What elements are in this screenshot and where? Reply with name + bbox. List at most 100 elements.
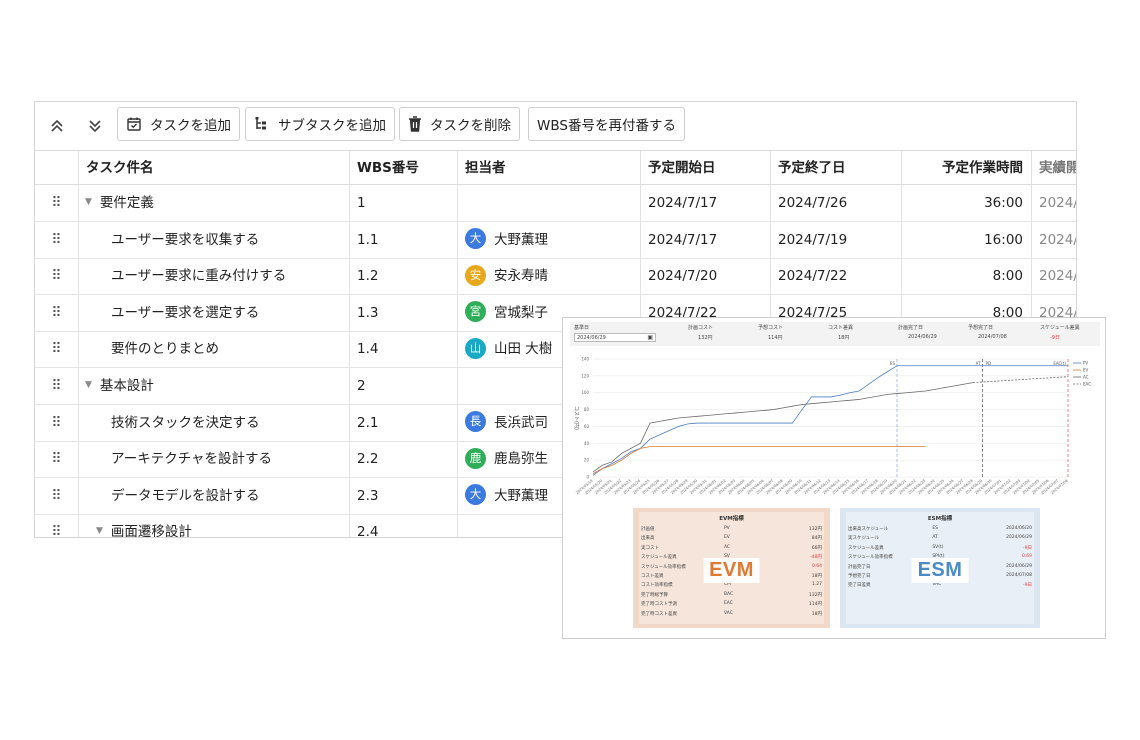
header-plan-end[interactable]: 予定終了日: [770, 151, 901, 185]
plan-end-cell[interactable]: 2024/7/22: [770, 258, 901, 294]
assignee-cell[interactable]: 大大野薫理: [457, 222, 640, 258]
plan-hours-cell[interactable]: 36:00: [901, 185, 1031, 221]
metric-row: 実スケジュール AT 2024/06/29: [844, 535, 1036, 544]
assignee-cell[interactable]: 安安永寿晴: [457, 258, 640, 294]
plan-hours-cell[interactable]: 16:00: [901, 222, 1031, 258]
metric-label: 計画完了日: [848, 564, 871, 570]
expand-all-button[interactable]: [79, 111, 111, 141]
drag-handle-icon[interactable]: ⠿: [35, 295, 78, 331]
avatar: 山: [465, 337, 486, 359]
task-name-cell[interactable]: ▼ 要件定義: [85, 185, 349, 221]
metric-value: 18円: [811, 574, 822, 579]
wbs-cell[interactable]: 2.4: [349, 514, 457, 537]
metric-value: -9日: [1023, 583, 1032, 589]
y-tick-label: 60: [584, 424, 590, 429]
drag-handle-icon[interactable]: ⠿: [35, 514, 78, 537]
plan-end-cell[interactable]: 2024/7/26: [770, 185, 901, 221]
metric-key: ES: [932, 526, 939, 531]
wbs-cell[interactable]: 1.2: [349, 258, 457, 294]
task-name-cell[interactable]: ユーザー要求に重み付けする: [111, 258, 349, 294]
wbs-cell[interactable]: 2.2: [349, 441, 457, 477]
avatar: 安: [465, 264, 486, 286]
metric-row: 出来高スケジュール ES 2024/06/20: [844, 526, 1036, 535]
task-name-cell[interactable]: ▼ 基本設計: [85, 368, 349, 404]
delete-task-button[interactable]: タスクを削除: [399, 107, 520, 141]
drag-handle-icon[interactable]: ⠿: [35, 222, 78, 258]
marker-label: AT: [976, 361, 981, 366]
drag-handle-icon[interactable]: ⠿: [35, 405, 78, 441]
add-subtask-button[interactable]: サブタスクを追加: [245, 107, 395, 141]
calendar-icon[interactable]: ▣: [647, 334, 653, 341]
header-assignee[interactable]: 担当者: [457, 151, 640, 185]
metric-row: 実コスト AC 66円: [637, 545, 826, 554]
actual-start-cell[interactable]: 2024/7: [1031, 258, 1076, 294]
calendar-check-icon: [127, 117, 141, 131]
table-row[interactable]: ⠿ ユーザー要求に重み付けする 1.2 安安永寿晴 2024/7/20 2024…: [35, 258, 1076, 296]
plan-end-cell[interactable]: 2024/7/19: [770, 222, 901, 258]
delete-task-label: タスクを削除: [430, 118, 511, 134]
marker-label: PD: [986, 361, 992, 366]
task-name-cell[interactable]: アーキテクチャを設計する: [111, 441, 349, 477]
y-tick-label: 80: [584, 407, 590, 412]
actual-start-cell[interactable]: 2024/7: [1031, 222, 1076, 258]
task-name: アーキテクチャを設計する: [111, 451, 273, 468]
table-row[interactable]: ⠿ ユーザー要求を収集する 1.1 大大野薫理 2024/7/17 2024/7…: [35, 222, 1076, 259]
assignee-cell[interactable]: [457, 185, 640, 221]
metric-label: スケジュール効率指標: [641, 564, 686, 570]
base-date-input[interactable]: 2024/06/29 ▣: [574, 333, 656, 342]
esm-metrics-card: ESM指標 出来高スケジュール ES 2024/06/20 実スケジュール AT …: [840, 508, 1040, 628]
assignee-name: 鹿島弥生: [494, 451, 548, 468]
table-row[interactable]: ⠿ ▼ 要件定義 1 2024/7/17 2024/7/26 36:00 2024…: [35, 185, 1076, 222]
drag-handle-icon[interactable]: ⠿: [35, 368, 78, 404]
metric-value: 84円: [811, 536, 822, 542]
header-actual-start[interactable]: 実績開: [1031, 151, 1076, 185]
task-name-cell[interactable]: 技術スタックを決定する: [111, 405, 349, 441]
wbs-cell[interactable]: 1.4: [349, 331, 457, 367]
add-task-button[interactable]: タスクを追加: [117, 107, 240, 141]
metric-label: コスト差異: [641, 574, 664, 579]
task-name: ユーザー要求を収集する: [111, 231, 260, 248]
metric-label: 出来高スケジュール: [848, 527, 889, 532]
summary-label: 予想コスト: [758, 325, 784, 331]
actual-start-cell[interactable]: 2024/7: [1031, 185, 1076, 221]
wbs-cell[interactable]: 1.1: [349, 222, 457, 258]
drag-handle-icon[interactable]: ⠿: [35, 331, 78, 367]
task-name-cell[interactable]: データモデルを設計する: [111, 478, 349, 514]
plan-start-cell[interactable]: 2024/7/17: [640, 222, 770, 258]
task-name-cell[interactable]: ▼ 画面遷移設計: [96, 514, 349, 537]
assignee-name: 大野薫理: [494, 231, 548, 248]
drag-handle-icon[interactable]: ⠿: [35, 185, 78, 221]
wbs-cell[interactable]: 2.3: [349, 478, 457, 514]
wbs-cell[interactable]: 2: [349, 368, 457, 404]
collapse-all-button[interactable]: [41, 111, 73, 141]
task-name-cell[interactable]: ユーザー要求を収集する: [111, 222, 349, 258]
grid-header: タスク件名 WBS番号 担当者 予定開始日 予定終了日 予定作業時間 実績開: [35, 150, 1076, 185]
task-name-cell[interactable]: ユーザー要求を選定する: [111, 295, 349, 331]
caret-down-icon[interactable]: ▼: [85, 185, 92, 220]
drag-handle-icon[interactable]: ⠿: [35, 441, 78, 477]
evm-dashboard-panel: 基準日 2024/06/29 ▣ 計画コスト 132円 予想コスト 114円 コスト差異…: [562, 317, 1106, 639]
plan-hours-cell[interactable]: 8:00: [901, 258, 1031, 294]
wbs-cell[interactable]: 1.3: [349, 295, 457, 331]
base-date-label: 基準日: [574, 325, 590, 331]
metric-label: 完了時総予算: [641, 592, 668, 598]
caret-down-icon[interactable]: ▼: [85, 368, 92, 403]
task-name-cell[interactable]: 要件のとりまとめ: [111, 331, 349, 367]
wbs-cell[interactable]: 1: [349, 185, 457, 221]
plan-start-cell[interactable]: 2024/7/20: [640, 258, 770, 294]
wbs-cell[interactable]: 2.1: [349, 405, 457, 441]
caret-down-icon[interactable]: ▼: [96, 514, 103, 537]
renumber-wbs-button[interactable]: WBS番号を再付番する: [528, 107, 685, 141]
toolbar: タスクを追加 サブタスクを追加 タスクを削除 WBS番号を再付番する: [35, 102, 1076, 150]
avatar: 大: [465, 484, 486, 506]
drag-handle-icon[interactable]: ⠿: [35, 258, 78, 294]
metric-key: EV: [723, 535, 730, 541]
header-plan-hours[interactable]: 予定作業時間: [901, 151, 1031, 185]
metric-value: 2024/06/29: [1006, 563, 1032, 569]
plan-start-cell[interactable]: 2024/7/17: [640, 185, 770, 221]
y-tick-label: 100: [581, 390, 589, 395]
header-task-name[interactable]: タスク件名: [78, 151, 349, 185]
drag-handle-icon[interactable]: ⠿: [35, 478, 78, 514]
header-wbs[interactable]: WBS番号: [349, 151, 457, 185]
header-plan-start[interactable]: 予定開始日: [640, 151, 770, 185]
